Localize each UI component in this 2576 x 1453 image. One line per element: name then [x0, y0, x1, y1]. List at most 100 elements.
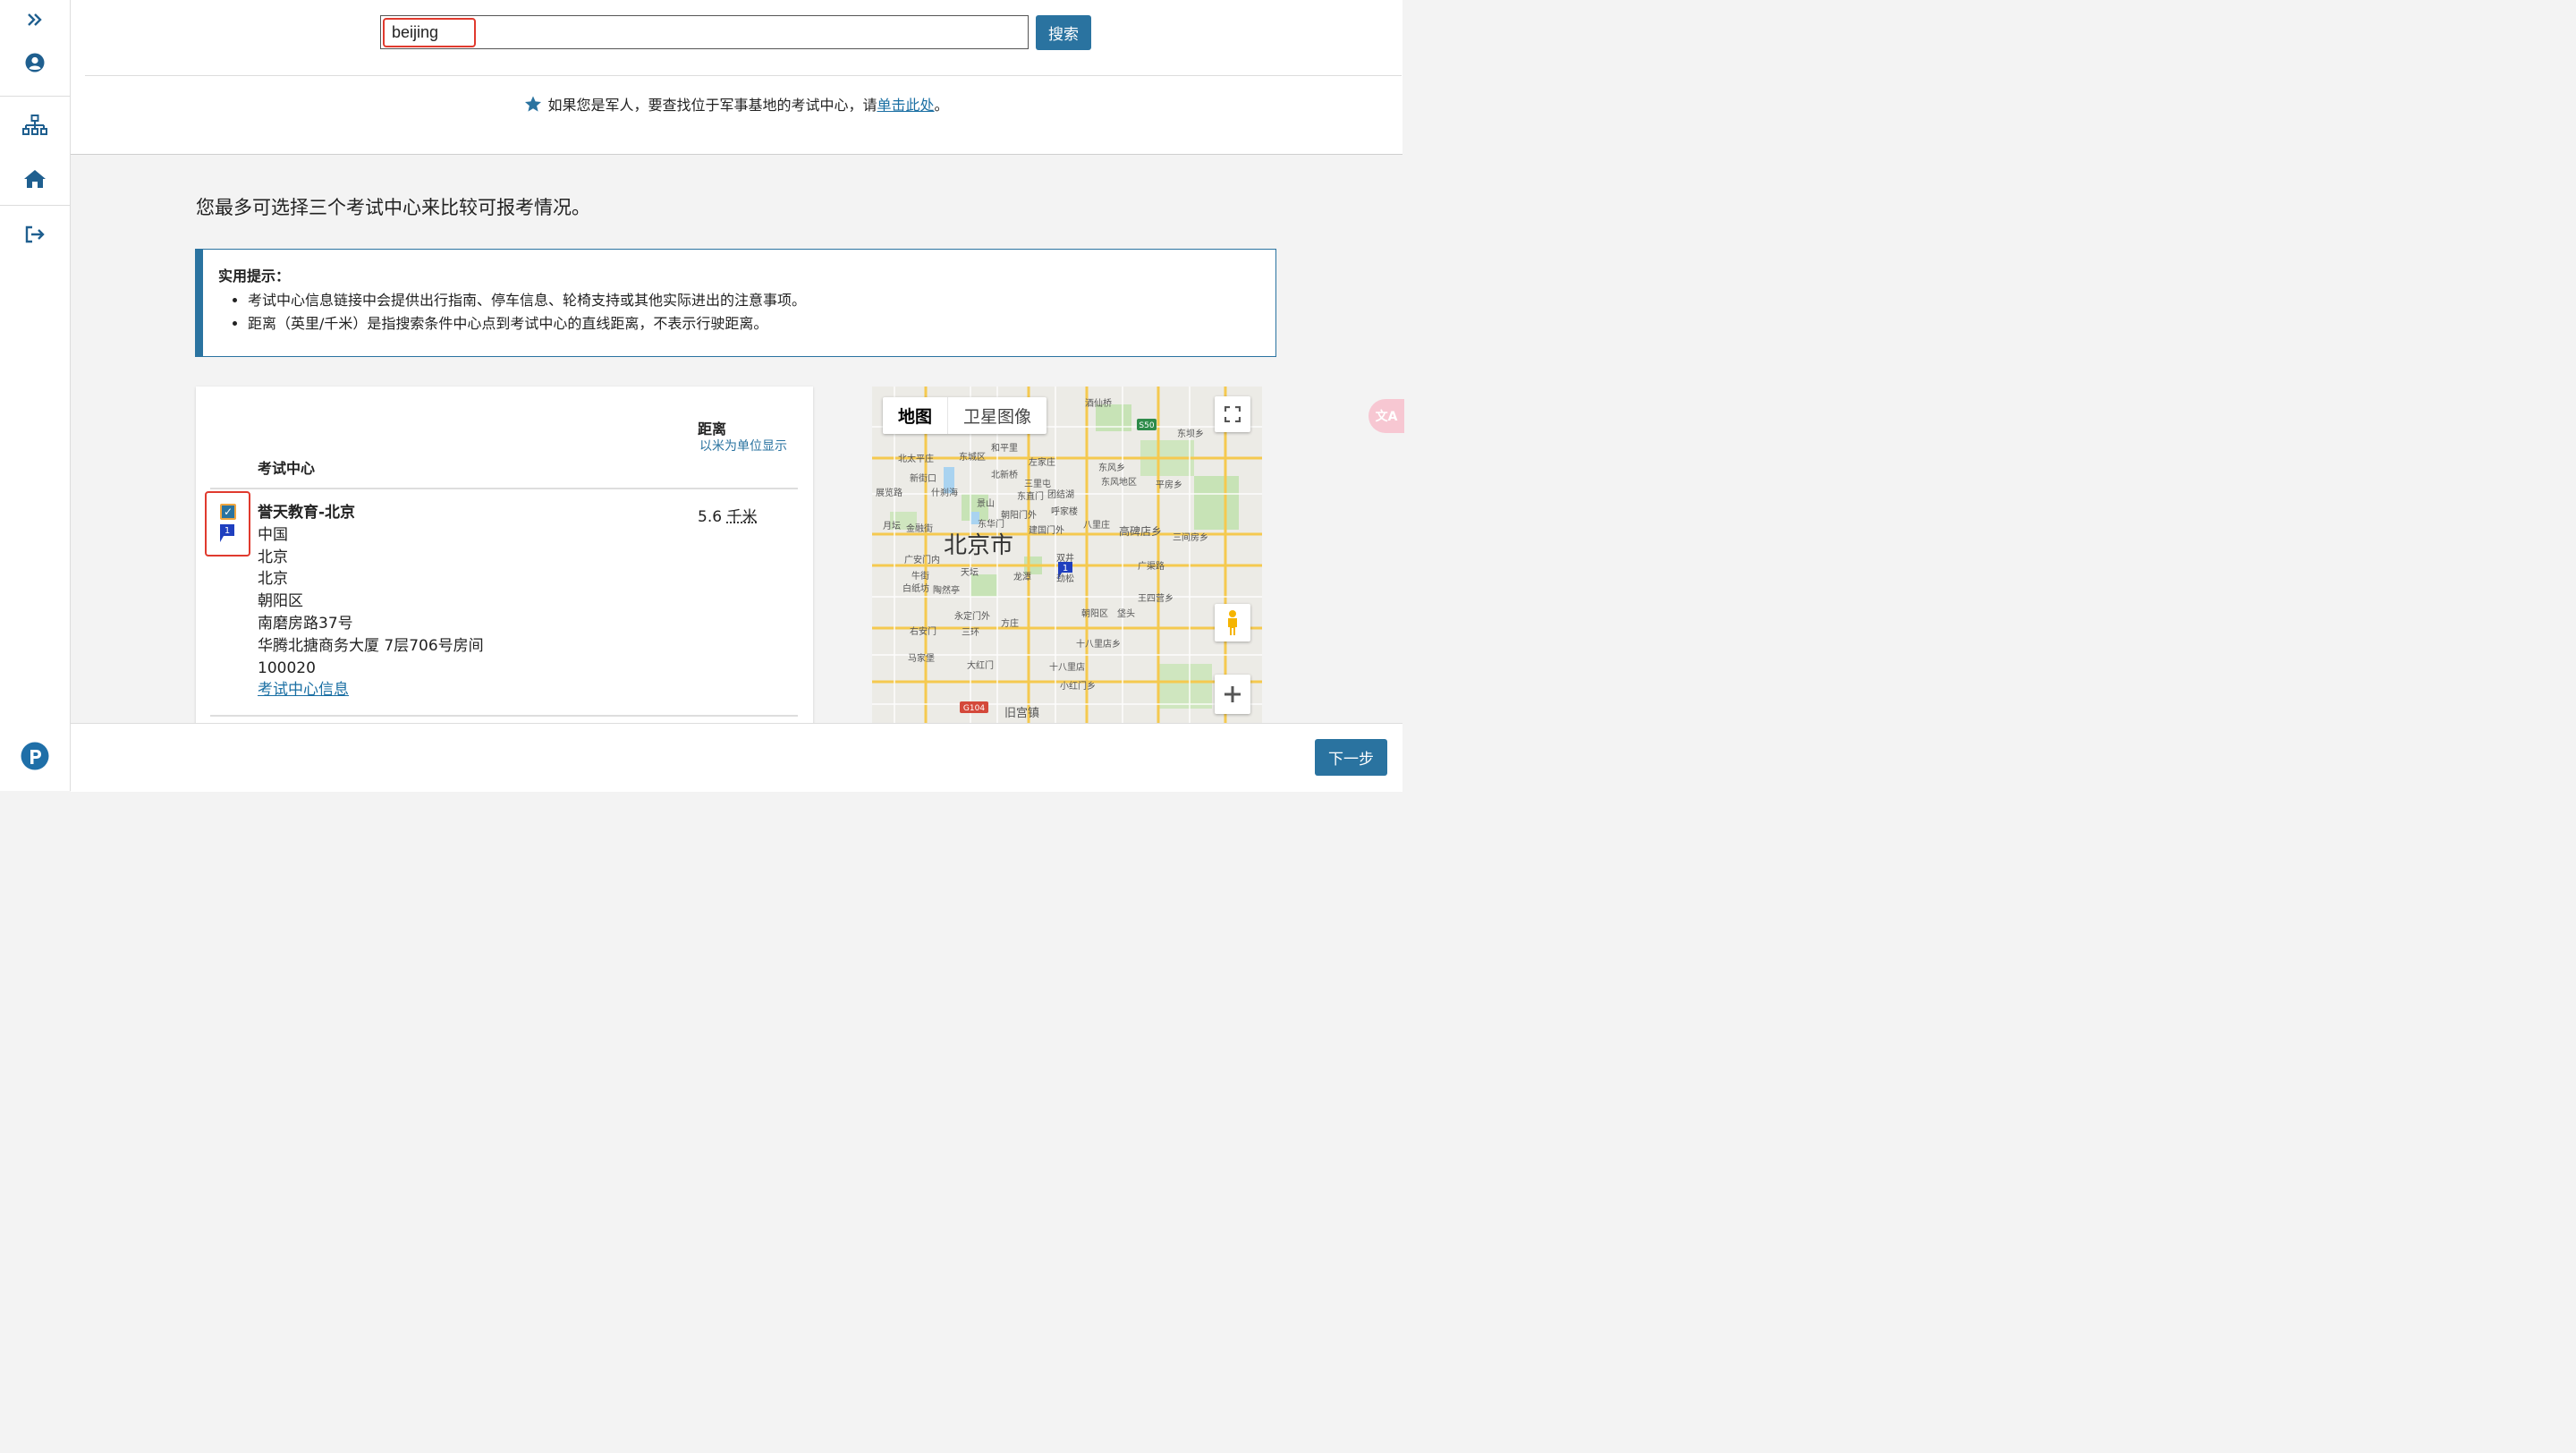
search-panel: beijing 搜索 如果您是军人，要查找位于军事基地的考试中心，请 单击此处 …: [71, 0, 1402, 155]
tip-item: 距离（英里/千米）是指搜索条件中心点到考试中心的直线距离，不表示行驶距离。: [248, 312, 806, 336]
map-label: 建国门外: [1029, 524, 1064, 536]
map-label: 北太平庄: [898, 453, 934, 464]
sign-out-icon[interactable]: [0, 222, 70, 247]
test-center-address: 誉天教育-北京 中国 北京 北京 朝阳区 南磨房路37号 华腾北搪商务大厦 7层…: [258, 502, 484, 701]
tab-map[interactable]: 地图: [883, 397, 949, 434]
map-label: 团结湖: [1047, 489, 1074, 500]
map-label: 广渠路: [1138, 560, 1165, 572]
map-label: 朝阳区: [1081, 608, 1108, 619]
map-label: 景山: [977, 498, 995, 509]
page-heading: 您最多可选择三个考试中心来比较可报考情况。: [196, 197, 590, 218]
zoom-in-button[interactable]: [1215, 675, 1250, 714]
map-label: 旧宫镇: [1004, 707, 1039, 720]
search-button[interactable]: 搜索: [1036, 15, 1091, 50]
header-divider: [210, 488, 798, 489]
map-label: 白纸坊: [902, 582, 929, 594]
map-label: 左家庄: [1029, 456, 1055, 468]
next-button[interactable]: 下一步: [1315, 739, 1387, 776]
address-province: 北京: [258, 548, 288, 566]
col-header-distance: 距离: [698, 421, 727, 438]
map-label: 十八里店: [1049, 661, 1085, 673]
map-view[interactable]: 1 北京市 酒仙桥 东坝乡 和平里 东城区 北新桥 左家庄 北太平庄 新街口 什…: [872, 387, 1262, 723]
map-label: 高碑店乡: [1119, 524, 1162, 538]
map-type-tabs: 地图 卫星图像: [883, 397, 1047, 434]
test-center-name: 誉天教育-北京: [258, 504, 356, 522]
map-canvas: 1 北京市 酒仙桥 东坝乡 和平里 东城区 北新桥 左家庄 北太平庄 新街口 什…: [872, 387, 1262, 723]
map-city-label: 北京市: [944, 532, 1013, 559]
tab-satellite[interactable]: 卫星图像: [948, 397, 1046, 434]
map-label: 东风乡: [1098, 462, 1125, 473]
street-view-pegman[interactable]: [1215, 604, 1250, 642]
map-label: 马家堡: [908, 652, 935, 664]
map-label: 金融街: [906, 523, 933, 534]
address-city: 北京: [258, 570, 288, 589]
plus-icon: [1224, 686, 1241, 702]
map-label: 龙潭: [1013, 571, 1031, 582]
address-street: 南磨房路37号: [258, 614, 353, 633]
map-label: 北新桥: [991, 469, 1018, 480]
distance-number: 5.6: [698, 508, 723, 526]
map-label: 大红门: [967, 659, 994, 671]
fullscreen-button[interactable]: [1215, 396, 1250, 432]
map-label: 平房乡: [1156, 479, 1182, 490]
military-click-here-link[interactable]: 单击此处: [877, 93, 934, 115]
map-label: 右安门: [910, 625, 936, 637]
address-building: 华腾北搪商务大厦 7层706号房间: [258, 636, 484, 655]
test-center-info-link[interactable]: 考试中心信息: [258, 681, 349, 699]
map-label: 东直门: [1017, 490, 1044, 502]
military-notice-text: 如果您是军人，要查找位于军事基地的考试中心，请: [547, 97, 877, 114]
map-label: 垡头: [1117, 608, 1135, 619]
address-district: 朝阳区: [258, 592, 303, 611]
map-label: 广安门内: [904, 554, 940, 565]
tips-title: 实用提示：: [218, 268, 291, 285]
map-label: 东风地区: [1101, 476, 1137, 488]
map-label: 呼家楼: [1051, 506, 1078, 517]
map-label: 新街口: [910, 472, 936, 484]
row-divider: [210, 715, 798, 717]
military-notice: 如果您是军人，要查找位于军事基地的考试中心，请 单击此处 。: [71, 93, 1402, 115]
map-label: 展览路: [876, 487, 902, 498]
map-label: 牛街: [911, 570, 929, 582]
map-label: 陶然亭: [933, 584, 960, 596]
svg-text:1: 1: [225, 526, 230, 536]
map-label: 月坛: [883, 521, 901, 531]
rail-divider: [0, 205, 70, 206]
map-label: 三环: [962, 628, 979, 638]
distance-units-toggle[interactable]: 以米为单位显示: [699, 437, 788, 456]
map-label: 十八里店乡: [1076, 638, 1121, 650]
map-label: 东华门: [978, 518, 1004, 530]
search-input[interactable]: beijing: [380, 15, 1029, 49]
star-icon: [525, 96, 542, 112]
col-header-test-center: 考试中心: [258, 460, 316, 477]
translate-badge[interactable]: 文A: [1368, 399, 1404, 433]
search-input-highlight: [383, 18, 476, 47]
map-label: 酒仙桥: [1085, 397, 1112, 409]
map-label: 三里屯: [1024, 478, 1051, 489]
map-label: 什刹海: [931, 487, 958, 498]
sitemap-icon[interactable]: [0, 113, 70, 138]
address-country: 中国: [258, 525, 288, 544]
user-profile-icon[interactable]: [0, 50, 70, 75]
map-label: 双井: [1056, 552, 1074, 564]
military-notice-suffix: 。: [934, 97, 949, 114]
map-label: 王四营乡: [1138, 592, 1174, 604]
map-label: 小红门乡: [1060, 680, 1096, 692]
map-label: 三间房乡: [1173, 531, 1208, 543]
select-center-checkbox[interactable]: ✓: [220, 504, 236, 520]
bottom-bar: 下一步: [71, 723, 1402, 792]
map-label: 劲松: [1056, 573, 1074, 584]
map-label: 和平里: [991, 443, 1018, 454]
expand-chevrons-icon[interactable]: [0, 7, 70, 32]
tip-item: 考试中心信息链接中会提供出行指南、停车信息、轮椅支持或其他实际进出的注意事项。: [248, 289, 806, 312]
distance-unit: 千米: [726, 508, 758, 526]
svg-text:G104: G104: [963, 704, 985, 713]
address-postcode: 100020: [258, 659, 316, 677]
pearson-logo-icon: [0, 739, 70, 773]
map-label: 方庄: [1001, 617, 1019, 629]
distance-value: 5.6 千米: [698, 504, 757, 526]
rail-divider: [0, 96, 70, 97]
panel-divider: [85, 75, 1402, 76]
home-icon[interactable]: [0, 166, 70, 191]
svg-text:S50: S50: [1139, 421, 1154, 430]
map-label: 朝阳门外: [1001, 509, 1037, 521]
